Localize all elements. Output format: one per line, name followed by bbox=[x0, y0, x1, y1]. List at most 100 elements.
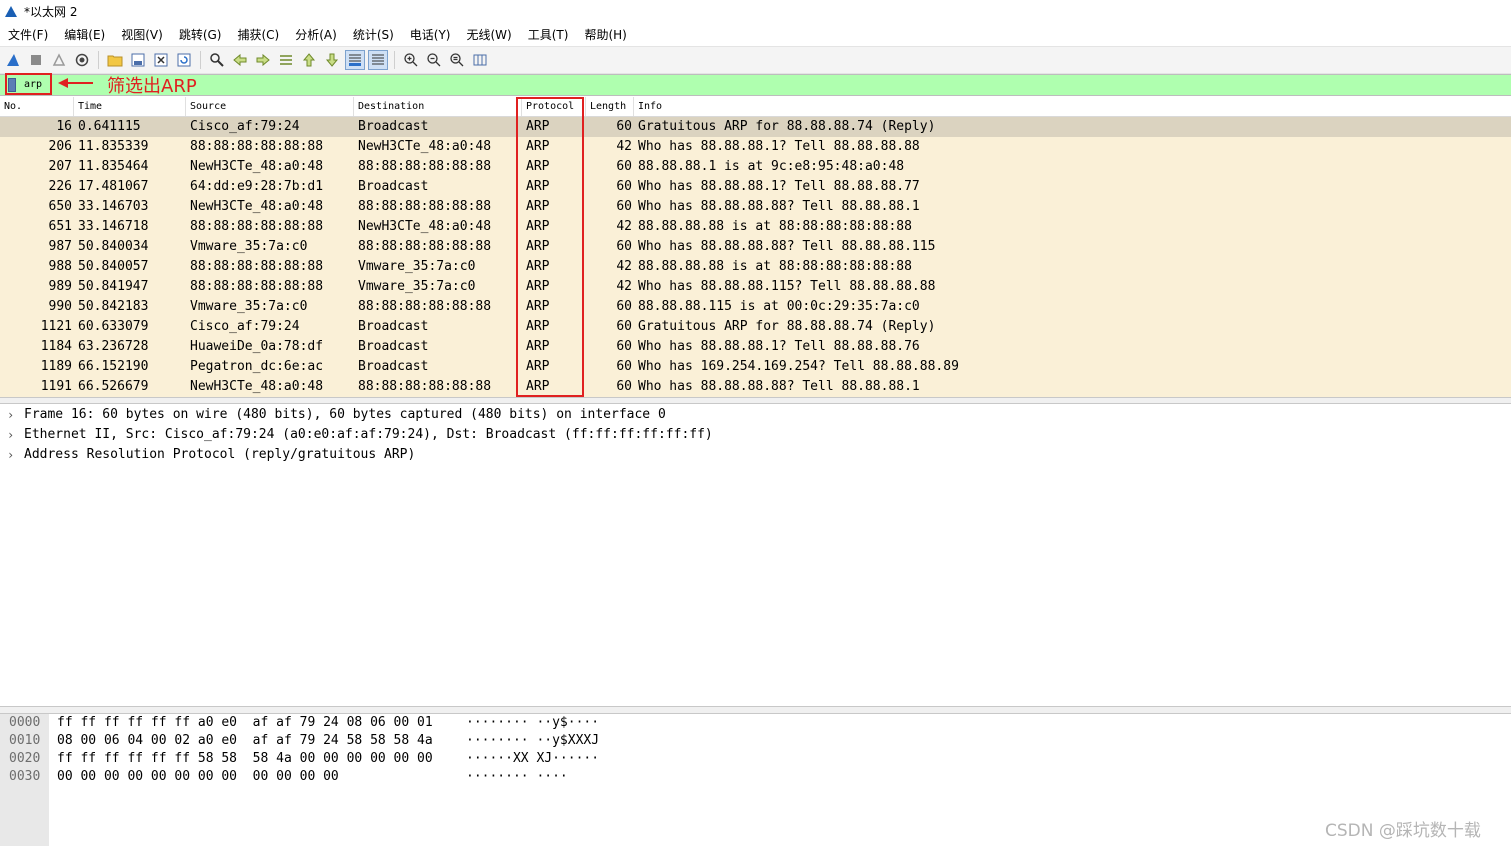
zoom-out-icon[interactable] bbox=[424, 50, 444, 70]
menu-telephony[interactable]: 电话(Y) bbox=[402, 26, 459, 43]
chevron-right-icon[interactable]: › bbox=[7, 445, 14, 465]
cell-time: 60.633079 bbox=[78, 319, 149, 334]
packet-row[interactable]: 650 33.146703 NewH3CTe_48:a0:48 88:88:88:88… bbox=[0, 197, 1511, 217]
save-file-icon[interactable] bbox=[128, 50, 148, 70]
menu-view[interactable]: 视图(V) bbox=[113, 26, 171, 43]
cell-destination: Broadcast bbox=[358, 319, 429, 334]
menu-tools[interactable]: 工具(T) bbox=[520, 26, 577, 43]
menu-edit[interactable]: 编辑(E) bbox=[56, 26, 113, 43]
packet-row[interactable]: 989 50.841947 88:88:88:88:88:88 Vmware_35:7… bbox=[0, 277, 1511, 297]
find-packet-icon[interactable] bbox=[207, 50, 227, 70]
detail-arp[interactable]: › Address Resolution Protocol (reply/gra… bbox=[0, 445, 1511, 465]
packet-row[interactable]: 651 33.146718 88:88:88:88:88:88 NewH3CTe_48… bbox=[0, 217, 1511, 237]
reload-file-icon[interactable] bbox=[174, 50, 194, 70]
go-first-packet-icon[interactable] bbox=[299, 50, 319, 70]
packet-row[interactable]: 990 50.842183 Vmware_35:7a:c0 88:88:88:88:8… bbox=[0, 297, 1511, 317]
go-last-packet-icon[interactable] bbox=[322, 50, 342, 70]
stop-capture-icon[interactable] bbox=[26, 50, 46, 70]
zoom-normal-icon[interactable] bbox=[447, 50, 467, 70]
packet-row[interactable]: 1121 60.633079 Cisco_af:79:24 Broadcast ARP 6… bbox=[0, 317, 1511, 337]
watermark: CSDN @踩坑数十载 bbox=[1325, 821, 1481, 841]
bytes-offset: 0000 bbox=[9, 715, 41, 730]
column-header-length[interactable]: Length bbox=[586, 97, 634, 116]
bytes-hex: ff ff ff ff ff ff a0 e0 af af 79 24 08 0… bbox=[57, 715, 433, 730]
detail-text: Ethernet II, Src: Cisco_af:79:24 (a0:e0:… bbox=[24, 427, 713, 442]
restart-capture-icon[interactable] bbox=[49, 50, 69, 70]
menu-bar: 文件(F) 编辑(E) 视图(V) 跳转(G) 捕获(C) 分析(A) 统计(S… bbox=[0, 23, 1511, 45]
packet-details-pane[interactable]: › Frame 16: 60 bytes on wire (480 bits),… bbox=[0, 404, 1511, 706]
cell-info: Gratuitous ARP for 88.88.88.74 (Reply) bbox=[638, 119, 936, 134]
cell-no: 988 bbox=[48, 259, 72, 274]
wireshark-logo-icon bbox=[5, 6, 17, 17]
packet-bytes-pane[interactable]: 0000 ff ff ff ff ff ff a0 e0 af af 79 24… bbox=[0, 714, 1511, 846]
bytes-row[interactable]: 0030 00 00 00 00 00 00 00 00 00 00 00 00… bbox=[0, 768, 1511, 786]
cell-source: Pegatron_dc:6e:ac bbox=[190, 359, 324, 374]
protocol-column-highlight-box bbox=[516, 97, 584, 397]
go-to-packet-icon[interactable] bbox=[276, 50, 296, 70]
cell-info: Who has 88.88.88.88? Tell 88.88.88.115 bbox=[638, 239, 936, 254]
colorize-icon[interactable] bbox=[368, 50, 388, 70]
menu-wireless[interactable]: 无线(W) bbox=[459, 26, 520, 43]
bytes-hex: ff ff ff ff ff ff 58 58 58 4a 00 00 00 0… bbox=[57, 751, 433, 766]
packet-list-header: No. Time Source Destination Protocol Len… bbox=[0, 97, 1511, 117]
packet-row[interactable]: 1189 66.152190 Pegatron_dc:6e:ac Broadcast A… bbox=[0, 357, 1511, 377]
packet-row[interactable]: 206 11.835339 88:88:88:88:88:88 NewH3CTe_48… bbox=[0, 137, 1511, 157]
cell-length: 60 bbox=[616, 199, 632, 214]
packet-row[interactable]: 16 0.641115 Cisco_af:79:24 Broadcast ARP 60 Gr… bbox=[0, 117, 1511, 137]
column-header-time[interactable]: Time bbox=[74, 97, 186, 116]
cell-destination: Broadcast bbox=[358, 339, 429, 354]
menu-go[interactable]: 跳转(G) bbox=[171, 26, 230, 43]
cell-time: 17.481067 bbox=[78, 179, 149, 194]
open-file-icon[interactable] bbox=[105, 50, 125, 70]
column-header-destination[interactable]: Destination bbox=[354, 97, 522, 116]
main-toolbar bbox=[0, 46, 1511, 74]
cell-info: Who has 88.88.88.1? Tell 88.88.88.77 bbox=[638, 179, 920, 194]
cell-length: 60 bbox=[616, 319, 632, 334]
menu-capture[interactable]: 捕获(C) bbox=[229, 26, 287, 43]
cell-no: 16 bbox=[56, 119, 72, 134]
column-header-info[interactable]: Info bbox=[634, 97, 1511, 116]
column-header-no[interactable]: No. bbox=[0, 97, 74, 116]
packet-list[interactable]: 16 0.641115 Cisco_af:79:24 Broadcast ARP 60 Gr… bbox=[0, 117, 1511, 397]
autoscroll-icon[interactable] bbox=[345, 50, 365, 70]
window-title: *以太网 2 bbox=[24, 5, 78, 19]
cell-source: 88:88:88:88:88:88 bbox=[190, 259, 324, 274]
capture-options-icon[interactable] bbox=[72, 50, 92, 70]
cell-no: 987 bbox=[48, 239, 72, 254]
zoom-in-icon[interactable] bbox=[401, 50, 421, 70]
pane-splitter[interactable] bbox=[0, 706, 1511, 714]
packet-row[interactable]: 1184 63.236728 HuaweiDe_0a:78:df Broadcast A… bbox=[0, 337, 1511, 357]
detail-frame[interactable]: › Frame 16: 60 bytes on wire (480 bits),… bbox=[0, 405, 1511, 425]
packet-row[interactable]: 987 50.840034 Vmware_35:7a:c0 88:88:88:88:8… bbox=[0, 237, 1511, 257]
cell-source: Vmware_35:7a:c0 bbox=[190, 239, 308, 254]
bytes-row[interactable]: 0000 ff ff ff ff ff ff a0 e0 af af 79 24… bbox=[0, 714, 1511, 732]
detail-ethernet[interactable]: › Ethernet II, Src: Cisco_af:79:24 (a0:e… bbox=[0, 425, 1511, 445]
menu-help[interactable]: 帮助(H) bbox=[576, 26, 634, 43]
detail-text: Address Resolution Protocol (reply/gratu… bbox=[24, 447, 416, 462]
chevron-right-icon[interactable]: › bbox=[7, 425, 14, 445]
packet-row[interactable]: 988 50.840057 88:88:88:88:88:88 Vmware_35:7… bbox=[0, 257, 1511, 277]
go-back-icon[interactable] bbox=[230, 50, 250, 70]
resize-columns-icon[interactable] bbox=[470, 50, 490, 70]
bytes-row[interactable]: 0010 08 00 06 04 00 02 a0 e0 af af 79 24… bbox=[0, 732, 1511, 750]
menu-analyze[interactable]: 分析(A) bbox=[287, 26, 345, 43]
menu-file[interactable]: 文件(F) bbox=[0, 26, 56, 43]
cell-no: 1191 bbox=[40, 379, 72, 394]
packet-row[interactable]: 1191 66.526679 NewH3CTe_48:a0:48 88:88:88:8… bbox=[0, 377, 1511, 397]
cell-length: 60 bbox=[616, 359, 632, 374]
bytes-ascii: ········ ··y$XXXJ bbox=[466, 733, 600, 748]
pane-splitter[interactable] bbox=[0, 397, 1511, 404]
chevron-right-icon[interactable]: › bbox=[7, 405, 14, 425]
cell-destination: 88:88:88:88:88:88 bbox=[358, 299, 492, 314]
close-file-icon[interactable] bbox=[151, 50, 171, 70]
go-forward-icon[interactable] bbox=[253, 50, 273, 70]
packet-row[interactable]: 226 17.481067 64:dd:e9:28:7b:d1 Broadcast AR… bbox=[0, 177, 1511, 197]
bytes-row[interactable]: 0020 ff ff ff ff ff ff 58 58 58 4a 00 00… bbox=[0, 750, 1511, 768]
shark-fin-start-icon[interactable] bbox=[3, 50, 23, 70]
cell-time: 0.641115 bbox=[78, 119, 141, 134]
packet-row[interactable]: 207 11.835464 NewH3CTe_48:a0:48 88:88:88:88… bbox=[0, 157, 1511, 177]
cell-time: 50.842183 bbox=[78, 299, 149, 314]
cell-info: 88.88.88.115 is at 00:0c:29:35:7a:c0 bbox=[638, 299, 920, 314]
column-header-source[interactable]: Source bbox=[186, 97, 354, 116]
menu-statistics[interactable]: 统计(S) bbox=[345, 26, 402, 43]
